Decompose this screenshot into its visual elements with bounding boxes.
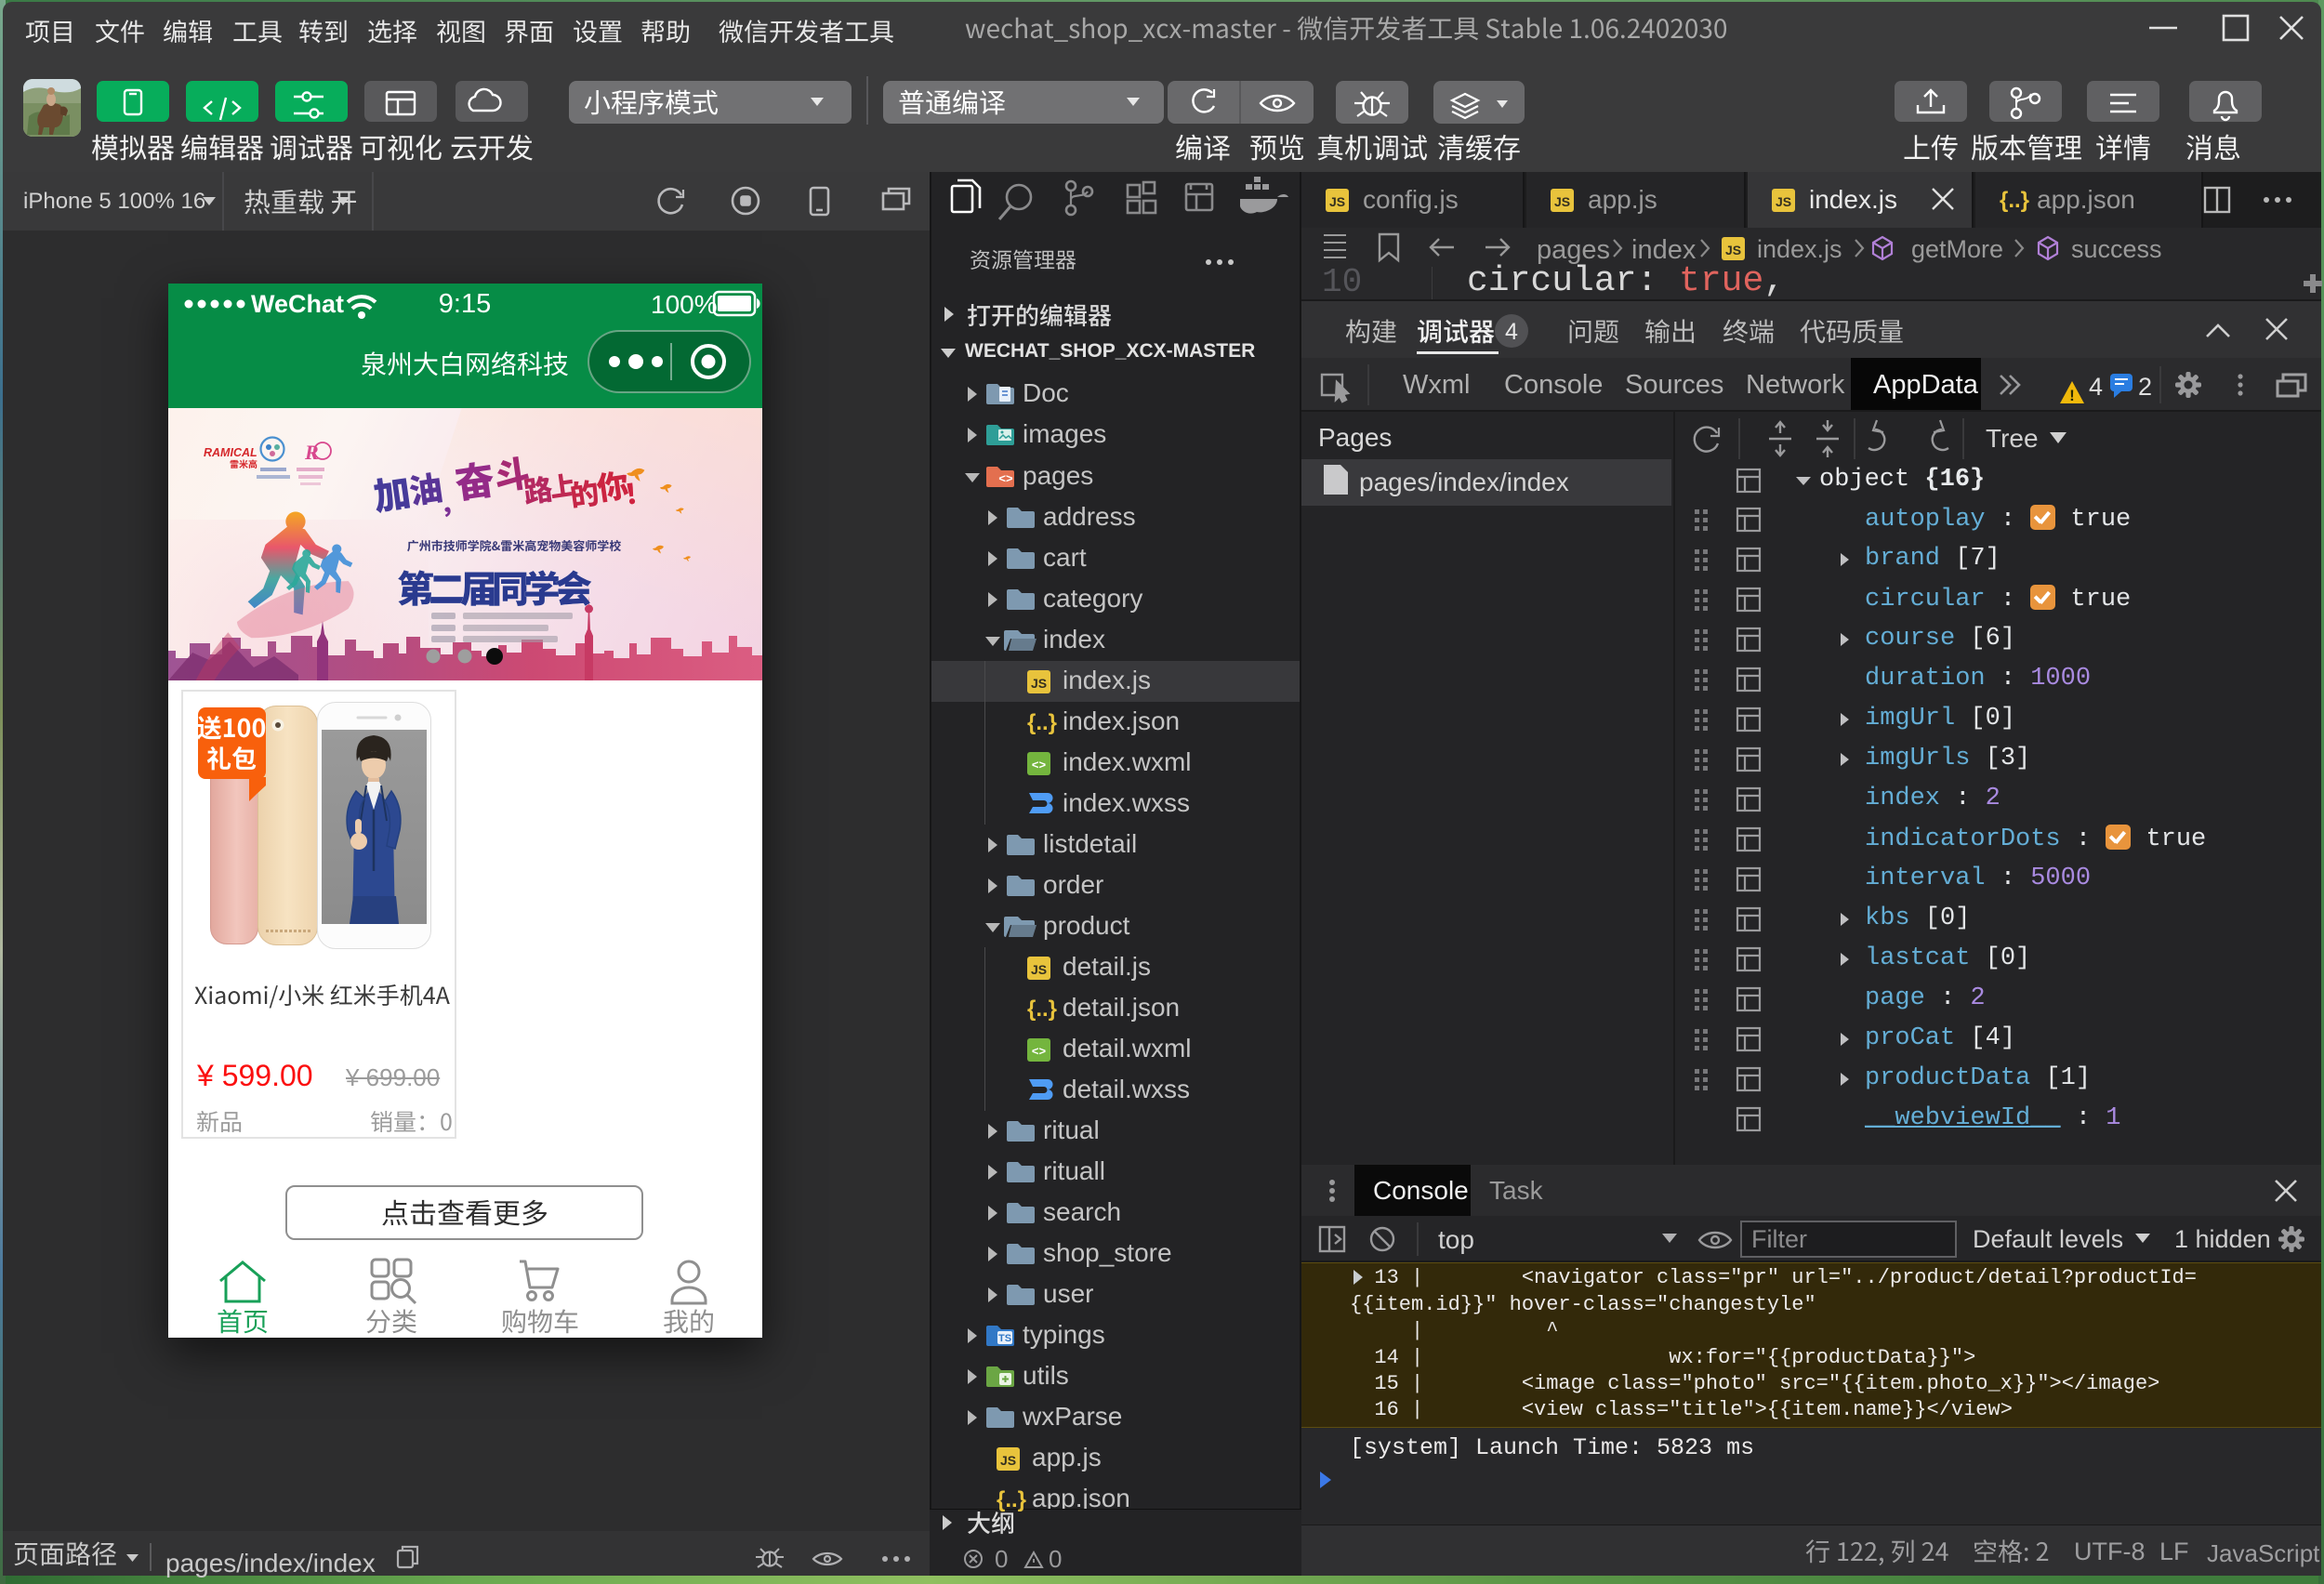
svg-text:RAMICAL: RAMICAL [204,446,257,459]
